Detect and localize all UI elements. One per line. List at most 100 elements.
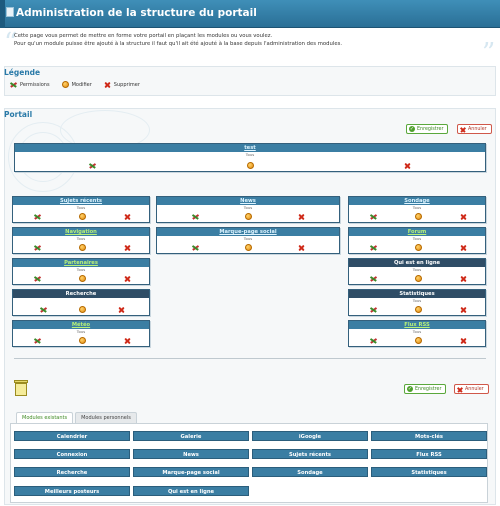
module-title[interactable]: Météo [13,321,149,329]
available-module[interactable]: Galerie [133,431,249,441]
module-visibility: Tous [412,267,422,272]
available-module[interactable]: Mots-clés [371,431,487,441]
delete-icon[interactable] [460,213,467,220]
permissions-icon[interactable] [34,213,41,220]
modify-icon[interactable] [415,337,422,344]
available-module[interactable]: Sujets récents [252,449,368,459]
delete-icon[interactable] [124,337,131,344]
available-module[interactable]: Recherche [14,467,130,477]
module-title[interactable]: Sondage [349,197,485,205]
permissions-icon[interactable] [370,244,377,251]
tab-existing-modules[interactable]: Modules existants [16,412,74,423]
save-label: Enregistrer [417,126,444,132]
module-title[interactable]: Statistiques [349,290,485,298]
modify-icon[interactable] [79,306,86,313]
permissions-icon [10,81,17,88]
permissions-icon[interactable] [192,213,199,220]
module-title[interactable]: Sujets récents [13,197,149,205]
permissions-icon[interactable] [370,275,377,282]
module-title[interactable]: Forum [349,228,485,236]
permissions-icon[interactable] [370,337,377,344]
portal-module[interactable]: News Tous [156,196,340,223]
separator [14,358,486,359]
cancel-button[interactable]: Annuler [457,124,492,134]
available-module[interactable]: Calendrier [14,431,130,441]
delete-icon[interactable] [404,162,411,169]
delete-icon[interactable] [124,213,131,220]
module-title[interactable]: Navigation [13,228,149,236]
available-module[interactable]: Marque-page social [133,467,249,477]
portal-module[interactable]: Recherche [12,289,150,316]
delete-icon[interactable] [460,306,467,313]
modify-icon[interactable] [245,213,252,220]
available-module[interactable]: iGoogle [252,431,368,441]
portal-module[interactable]: Partenaires Tous [12,258,150,285]
page-icon [6,7,14,17]
portal-module[interactable]: test Tous [14,143,486,172]
modify-icon[interactable] [79,244,86,251]
delete-icon[interactable] [460,337,467,344]
permissions-icon[interactable] [370,306,377,313]
cancel-label: Annuler [465,386,484,392]
permissions-icon[interactable] [40,306,47,313]
save-button[interactable]: ✓ Enregistrer [406,124,449,134]
modify-icon[interactable] [79,275,86,282]
delete-icon[interactable] [118,306,125,313]
delete-icon[interactable] [124,244,131,251]
delete-icon[interactable] [298,244,305,251]
portal-module[interactable]: Statistiques Tous [348,289,486,316]
portal-module[interactable]: Marque-page social Tous [156,227,340,254]
delete-icon[interactable] [460,275,467,282]
available-module[interactable]: Flux RSS [371,449,487,459]
delete-icon[interactable] [460,244,467,251]
module-title[interactable]: Flux RSS [349,321,485,329]
permissions-icon[interactable] [192,244,199,251]
module-title[interactable]: Recherche [13,290,149,298]
modify-icon[interactable] [247,162,254,169]
portal-module[interactable]: Flux RSS Tous [348,320,486,347]
module-title[interactable]: News [157,197,339,205]
modify-icon[interactable] [415,275,422,282]
module-tabs: Modules existants Modules personnels [16,412,137,423]
cancel-button-bottom[interactable]: Annuler [454,384,489,394]
page-header: Administration de la structure du portai… [0,0,500,28]
modify-icon[interactable] [79,213,86,220]
portal-module[interactable]: Forum Tous [348,227,486,254]
permissions-icon[interactable] [34,244,41,251]
tab-personal-modules[interactable]: Modules personnels [75,412,137,423]
modify-icon[interactable] [415,213,422,220]
modify-icon[interactable] [415,306,422,313]
permissions-icon[interactable] [370,213,377,220]
permissions-icon[interactable] [34,337,41,344]
portal-module[interactable]: Sujets récents Tous [12,196,150,223]
available-module[interactable]: News [133,449,249,459]
modify-icon[interactable] [415,244,422,251]
modify-icon[interactable] [245,244,252,251]
delete-icon[interactable] [124,275,131,282]
module-visibility: Tous [76,236,86,241]
available-module[interactable]: Connexion [14,449,130,459]
trash-bin-icon[interactable] [14,380,28,396]
modify-icon [61,81,69,88]
permissions-icon[interactable] [34,275,41,282]
available-module[interactable]: Meilleurs posteurs [14,486,130,496]
available-module[interactable]: Statistiques [371,467,487,477]
available-module[interactable]: Qui est en ligne [133,486,249,496]
delete-icon[interactable] [298,213,305,220]
module-title[interactable]: Partenaires [13,259,149,267]
available-module[interactable]: Sondage [252,467,368,477]
portal-module[interactable]: Qui est en ligne Tous [348,258,486,285]
permissions-icon[interactable] [89,162,96,169]
portal-module[interactable]: Sondage Tous [348,196,486,223]
module-visibility: Tous [76,267,86,272]
module-title[interactable]: test [15,144,485,152]
module-title[interactable]: Qui est en ligne [349,259,485,267]
portal-module[interactable]: Navigation Tous [12,227,150,254]
modify-icon[interactable] [79,337,86,344]
portal-module[interactable]: Météo Tous [12,320,150,347]
page-title: Administration de la structure du portai… [16,7,257,19]
save-button-bottom[interactable]: ✓ Enregistrer [404,384,447,394]
close-quote-icon: ” [482,38,496,68]
module-title[interactable]: Marque-page social [157,228,339,236]
module-visibility: Tous [412,236,422,241]
